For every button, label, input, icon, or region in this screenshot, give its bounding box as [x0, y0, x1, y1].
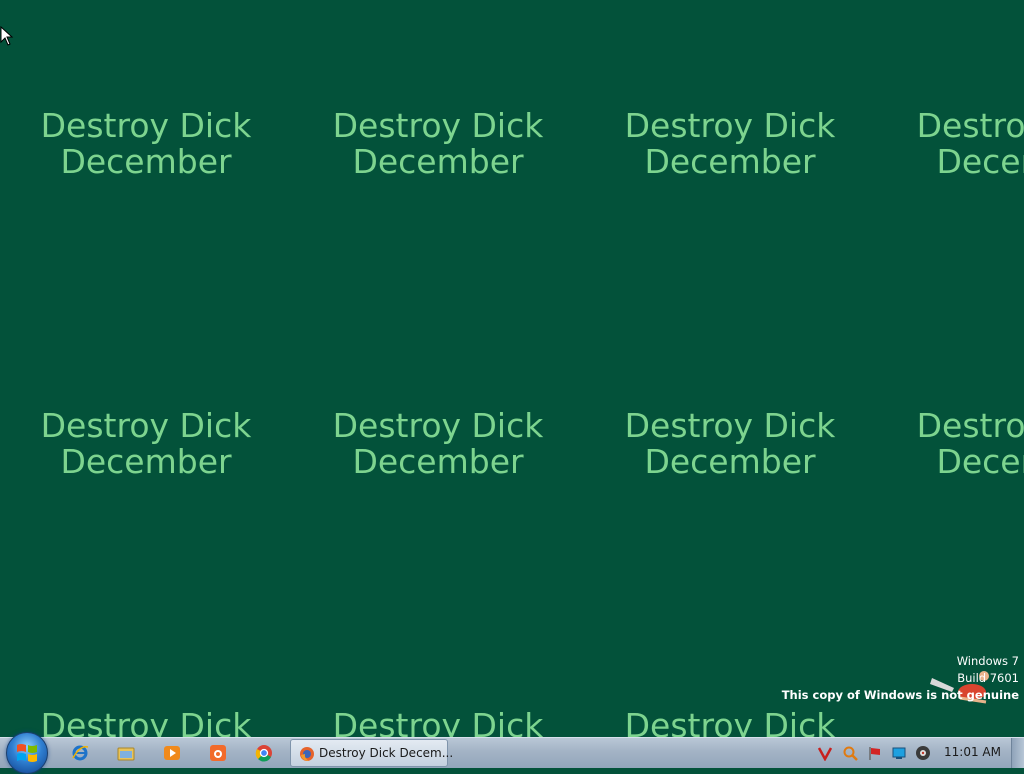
wallpaper-line1: Destroy Dick	[624, 706, 836, 739]
windows-explorer-icon	[117, 747, 135, 761]
windows-watermark: Windows 7 Build 7601 This copy of Window…	[782, 653, 1019, 704]
watermark-windows-version: Windows 7	[956, 654, 1019, 668]
taskbar-pin-chrome[interactable]	[244, 740, 284, 766]
wallpaper-text: Destroy Dick December	[292, 408, 584, 480]
search-tray-icon[interactable]	[842, 745, 858, 761]
wallpaper-text: Destroy Dick	[584, 706, 876, 739]
wallpaper-line1: Destroy Dick	[332, 706, 544, 739]
wallpaper-line2: December	[936, 142, 1024, 181]
wallpaper-line2: December	[352, 142, 524, 181]
show-desktop-button[interactable]	[1011, 738, 1024, 768]
wallpaper-line2: December	[60, 142, 232, 181]
taskbar-pin-uc-browser[interactable]	[198, 740, 238, 766]
desktop[interactable]: Destroy Dick December Destroy Dick Decem…	[0, 0, 1024, 738]
wallpaper-line2: December	[352, 442, 524, 481]
wallpaper-line1: Destroy Dick	[40, 706, 252, 739]
network-tray-icon[interactable]	[891, 745, 907, 761]
wallpaper-line1: Destroy Dick	[40, 106, 252, 145]
wallpaper-text: Destroy Dick December	[876, 108, 1024, 180]
wallpaper-line1: Destroy Dick	[332, 406, 544, 445]
wallpaper-line1: Destroy Dick	[916, 406, 1024, 445]
wallpaper-text: Destroy Dick	[0, 706, 292, 739]
watermark-build: Build 7601	[957, 671, 1019, 685]
taskbar-task-label: Destroy Dick Decem...	[319, 746, 454, 760]
wallpaper-line1: Destroy Dick	[332, 106, 544, 145]
windows-logo-icon	[17, 744, 37, 762]
internet-explorer-icon	[72, 745, 89, 761]
wallpaper-line1: Destroy Dick	[916, 106, 1024, 145]
wallpaper-text: Destroy Dick December	[584, 108, 876, 180]
volume-tray-icon[interactable]	[915, 745, 931, 761]
wallpaper-line2: December	[644, 142, 816, 181]
wallpaper-line1: Destroy Dick	[40, 406, 252, 445]
chrome-icon	[255, 745, 272, 762]
wallpaper-line2: December	[60, 442, 232, 481]
wallpaper-text: Destroy Dick December	[0, 108, 292, 180]
taskbar-task-firefox[interactable]: Destroy Dick Decem...	[290, 739, 453, 767]
taskbar: Destroy Dick Decem... 11:01 AM	[0, 732, 1024, 774]
wallpaper-line2: December	[936, 442, 1024, 481]
wallpaper-text: Destroy Dick December	[292, 108, 584, 180]
taskbar-pin-internet-explorer[interactable]	[60, 740, 100, 766]
action-center-flag-icon[interactable]	[867, 745, 883, 761]
media-player-icon	[164, 746, 180, 760]
wallpaper-line2: December	[644, 442, 816, 481]
wallpaper-line1: Destroy Dick	[624, 406, 836, 445]
wallpaper-text: Destroy Dick December	[584, 408, 876, 480]
vodafone-tray-icon[interactable]	[817, 745, 833, 761]
wallpaper-text: Destroy Dick	[292, 706, 584, 739]
wallpaper-text: Destroy Dick December	[876, 408, 1024, 480]
wallpaper-text: Destroy Dick December	[0, 408, 292, 480]
firefox-icon	[300, 747, 314, 761]
taskbar-clock[interactable]: 11:01 AM	[944, 745, 1001, 759]
wallpaper-line1: Destroy Dick	[624, 106, 836, 145]
taskbar-pin-media-player[interactable]	[152, 740, 192, 766]
uc-browser-icon	[210, 745, 226, 761]
taskbar-pin-windows-explorer[interactable]	[106, 740, 146, 766]
mouse-cursor-icon	[0, 26, 14, 46]
watermark-genuine-notice: This copy of Windows is not genuine	[781, 688, 1019, 702]
